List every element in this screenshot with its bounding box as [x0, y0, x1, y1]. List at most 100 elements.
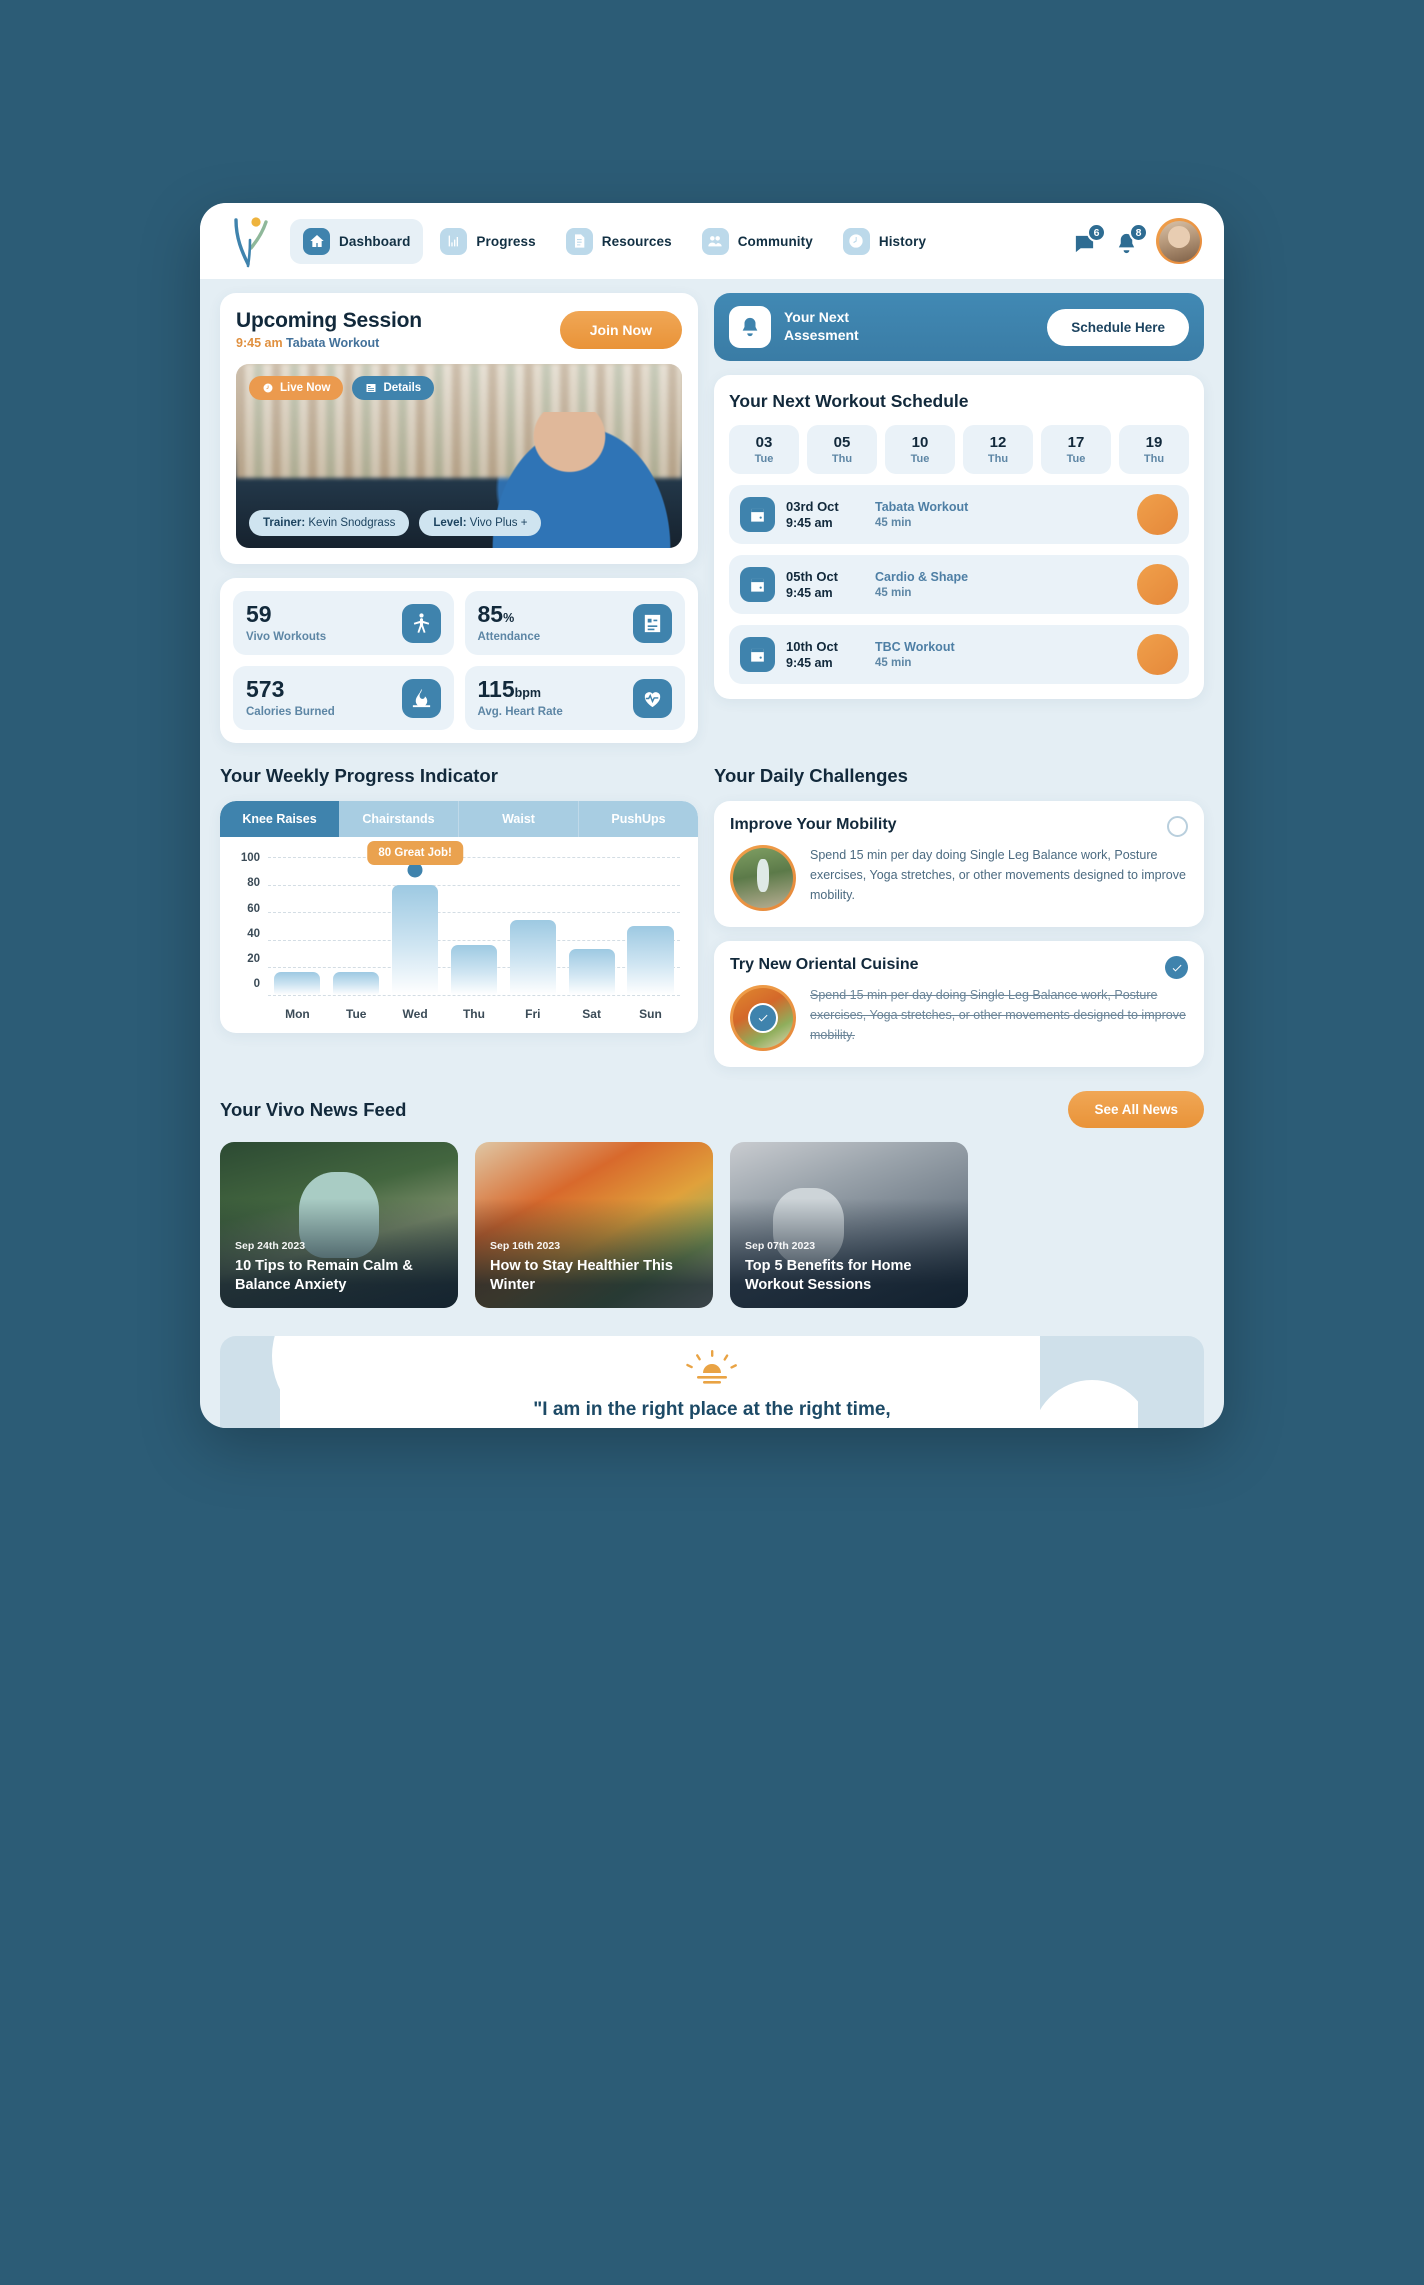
nav-item-resources[interactable]: Resources [553, 219, 685, 264]
day-chip[interactable]: 17 Tue [1041, 425, 1111, 474]
x-tick: Thu [462, 1007, 485, 1021]
assessment-text: Your Next Assesment [784, 309, 1034, 345]
nav-item-dashboard[interactable]: Dashboard [290, 218, 424, 264]
stat-calories-burned: 573 Calories Burned [233, 666, 454, 730]
challenge-title: Improve Your Mobility [730, 816, 897, 833]
y-tick: 40 [247, 927, 260, 940]
check-icon [1172, 964, 1181, 971]
y-tick: 20 [247, 953, 260, 966]
assessment-line2: Assesment [784, 327, 859, 343]
x-tick: Tue [346, 1007, 367, 1021]
chart-bar [333, 857, 380, 995]
challenge-checkbox-empty[interactable] [1167, 816, 1188, 837]
upcoming-session-subtitle: 9:45 am Tabata Workout [236, 336, 422, 350]
next-assessment-banner: Your Next Assesment Schedule Here [714, 293, 1204, 361]
x-tick: Fri [525, 1007, 541, 1021]
yoga-pose-icon [401, 603, 441, 643]
news-card[interactable]: Sep 07th 2023 Top 5 Benefits for Home Wo… [730, 1142, 968, 1308]
home-icon [303, 227, 330, 255]
food-photo [730, 985, 796, 1051]
trainer-avatar [1137, 564, 1178, 605]
trainer-avatar [1137, 494, 1178, 535]
calories-flame-icon [401, 678, 441, 718]
day-chip[interactable]: 05 Thu [807, 425, 877, 474]
chart-bar [568, 857, 615, 995]
nav-label-history: History [878, 233, 927, 249]
right-column: Your Next Assesment Schedule Here Your N… [714, 293, 1204, 699]
nav-label-resources: Resources [601, 233, 672, 249]
news-feed-header: Your Vivo News Feed See All News [220, 1091, 1204, 1128]
session-video-preview[interactable]: Live Now Details Trainer: Kevin Snodgras… [236, 364, 682, 548]
stat-label: Vivo Workouts [246, 631, 327, 643]
day-chip[interactable]: 03 Tue [729, 425, 799, 474]
trainer-avatar [1137, 634, 1178, 675]
join-now-button[interactable]: Join Now [559, 311, 682, 349]
challenge-checkbox-checked[interactable] [1165, 956, 1188, 979]
schedule-datetime: 03rd Oct 9:45 am [786, 499, 839, 530]
stat-attendance: 85% Attendance [464, 591, 685, 655]
nav-items: Dashboard Progress Resources Community H… [290, 218, 1062, 264]
stat-value: 85% [477, 601, 515, 627]
challenge-card-cuisine: Try New Oriental Cuisine Spend 15 min pe… [714, 941, 1204, 1067]
challenge-description: Spend 15 min per day doing Single Leg Ba… [810, 848, 1186, 902]
stat-label: Avg. Heart Rate [477, 706, 563, 718]
news-card[interactable]: Sep 24th 2023 10 Tips to Remain Calm & B… [220, 1142, 458, 1308]
tab-knee-raises[interactable]: Knee Raises [220, 801, 339, 837]
messages-button[interactable]: 6 [1072, 223, 1106, 255]
attendance-list-icon [633, 603, 672, 643]
x-tick: Sun [639, 1007, 662, 1021]
see-all-news-button[interactable]: See All News [1068, 1091, 1204, 1128]
schedule-row[interactable]: 10th Oct 9:45 am TBC Workout 45 min [729, 625, 1189, 684]
nav-item-community[interactable]: Community [689, 219, 826, 264]
document-icon [565, 227, 593, 255]
schedule-here-button[interactable]: Schedule Here [1047, 308, 1189, 346]
day-chip[interactable]: 10 Tue [885, 425, 955, 474]
quote-line-2: doing the right thing ” [533, 1424, 890, 1428]
nav-label-progress: Progress [476, 233, 536, 249]
stat-value: 115bpm [477, 676, 542, 702]
news-title: Top 5 Benefits for Home Workout Sessions [745, 1258, 912, 1293]
stat-value: 59 [246, 601, 272, 627]
day-chip[interactable]: 19 Thu [1119, 425, 1189, 474]
schedule-row[interactable]: 05th Oct 9:45 am Cardio & Shape 45 min [729, 555, 1189, 614]
check-icon [758, 1014, 768, 1022]
top-navigation-bar: Dashboard Progress Resources Community H… [200, 203, 1224, 279]
completed-check-overlay [748, 1003, 778, 1033]
list-icon [366, 384, 376, 392]
chart-bars: 80 Great Job! [268, 841, 680, 996]
schedule-workout: Tabata Workout 45 min [875, 500, 969, 529]
news-card[interactable]: Sep 16th 2023 How to Stay Healthier This… [475, 1142, 713, 1308]
user-avatar[interactable] [1156, 218, 1202, 264]
nav-item-progress[interactable]: Progress [427, 219, 548, 264]
stat-label: Calories Burned [246, 706, 335, 718]
daily-challenges-heading: Your Daily Challenges [714, 765, 908, 786]
schedule-row[interactable]: 03rd Oct 9:45 am Tabata Workout 45 min [729, 485, 1189, 544]
tab-waist[interactable]: Waist [459, 801, 579, 837]
y-tick: 100 [240, 852, 260, 864]
challenge-card-mobility: Improve Your Mobility Spend 15 min per d… [714, 801, 1204, 927]
stat-value: 573 [246, 676, 285, 702]
notifications-badge: 8 [1129, 223, 1148, 242]
vivo-logo[interactable] [228, 214, 274, 268]
chart-plot-area: 100 80 60 40 20 0 80 Great Job! Mon Tue … [220, 837, 698, 1033]
stat-label: Attendance [477, 631, 541, 643]
upcoming-session-card: Upcoming Session 9:45 am Tabata Workout … [220, 293, 698, 564]
live-now-badge[interactable]: Live Now [249, 376, 344, 400]
details-button[interactable]: Details [352, 376, 435, 400]
schedule-workout: Cardio & Shape 45 min [875, 570, 969, 599]
day-chip[interactable]: 12 Thu [963, 425, 1033, 474]
tab-pushups[interactable]: PushUps [579, 801, 698, 837]
tab-chairstands[interactable]: Chairstands [339, 801, 459, 837]
quote-banner: "I am in the right place at the right ti… [220, 1336, 1204, 1428]
details-label: Details [383, 382, 422, 394]
chart-annotation-tooltip: 80 Great Job! [367, 841, 463, 866]
level-tag: Level: Vivo Plus + [419, 510, 542, 536]
notifications-button[interactable]: 8 [1114, 223, 1148, 255]
y-tick: 80 [247, 877, 260, 890]
people-icon [701, 227, 729, 255]
challenge-description: Spend 15 min per day doing Single Leg Ba… [810, 988, 1186, 1042]
calendar-icon [740, 637, 775, 672]
y-tick: 0 [253, 978, 260, 991]
nav-item-history[interactable]: History [830, 219, 939, 264]
chart-bar [627, 857, 674, 995]
